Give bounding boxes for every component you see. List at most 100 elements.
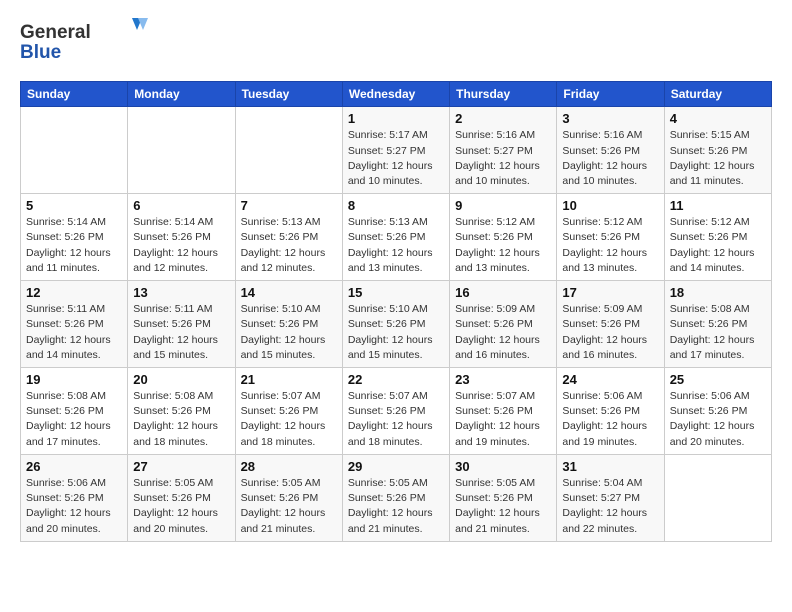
day-cell: 5 Sunrise: 5:14 AM Sunset: 5:26 PM Daylig… (21, 194, 128, 281)
day-number: 19 (26, 372, 122, 387)
day-cell: 13Sunrise: 5:11 AM Sunset: 5:26 PM Dayli… (128, 281, 235, 368)
day-number: 9 (455, 198, 551, 213)
day-cell: 7Sunrise: 5:13 AM Sunset: 5:26 PM Daylig… (235, 194, 342, 281)
day-info: Sunrise: 5:12 AM Sunset: 5:26 PM Dayligh… (455, 215, 551, 276)
day-cell: 26Sunrise: 5:06 AM Sunset: 5:26 PM Dayli… (21, 454, 128, 541)
day-number: 8 (348, 198, 444, 213)
day-number: 17 (562, 285, 658, 300)
day-cell: 19 Sunrise: 5:08 AM Sunset: 5:26 PM Dayli… (21, 368, 128, 455)
header-cell-wednesday: Wednesday (342, 82, 449, 107)
day-info: Sunrise: 5:09 AM Sunset: 5:26 PM Dayligh… (562, 302, 658, 363)
day-info: Sunrise: 5:07 AM Sunset: 5:26 PM Dayligh… (455, 389, 551, 450)
day-cell: 8 Sunrise: 5:13 AM Sunset: 5:26 PM Daylig… (342, 194, 449, 281)
day-cell: 1 Sunrise: 5:17 AM Sunset: 5:27 PM Daylig… (342, 107, 449, 194)
day-number: 30 (455, 459, 551, 474)
day-cell: 3 Sunrise: 5:16 AM Sunset: 5:26 PM Daylig… (557, 107, 664, 194)
day-cell: 18 Sunrise: 5:08 AM Sunset: 5:26 PM Dayli… (664, 281, 771, 368)
day-number: 3 (562, 111, 658, 126)
day-info: Sunrise: 5:10 AM Sunset: 5:26 PM Dayligh… (241, 302, 337, 363)
day-info: Sunrise: 5:06 AM Sunset: 5:26 PM Dayligh… (26, 476, 122, 537)
day-info: Sunrise: 5:09 AM Sunset: 5:26 PM Dayligh… (455, 302, 551, 363)
logo: General Blue (20, 16, 150, 71)
day-info: Sunrise: 5:16 AM Sunset: 5:26 PM Dayligh… (562, 128, 658, 189)
day-info: Sunrise: 5:14 AM Sunset: 5:26 PM Dayligh… (133, 215, 229, 276)
day-number: 2 (455, 111, 551, 126)
day-info: Sunrise: 5:16 AM Sunset: 5:27 PM Dayligh… (455, 128, 551, 189)
day-number: 15 (348, 285, 444, 300)
day-cell: 20 Sunrise: 5:08 AM Sunset: 5:26 PM Dayli… (128, 368, 235, 455)
day-info: Sunrise: 5:11 AM Sunset: 5:26 PM Dayligh… (26, 302, 122, 363)
day-info: Sunrise: 5:06 AM Sunset: 5:26 PM Dayligh… (562, 389, 658, 450)
day-number: 22 (348, 372, 444, 387)
day-cell: 22 Sunrise: 5:07 AM Sunset: 5:26 PM Dayli… (342, 368, 449, 455)
day-cell: 30 Sunrise: 5:05 AM Sunset: 5:26 PM Dayli… (450, 454, 557, 541)
day-info: Sunrise: 5:15 AM Sunset: 5:26 PM Dayligh… (670, 128, 766, 189)
day-number: 16 (455, 285, 551, 300)
day-cell (21, 107, 128, 194)
day-info: Sunrise: 5:08 AM Sunset: 5:26 PM Dayligh… (26, 389, 122, 450)
day-info: Sunrise: 5:17 AM Sunset: 5:27 PM Dayligh… (348, 128, 444, 189)
day-cell: 31Sunrise: 5:04 AM Sunset: 5:27 PM Dayli… (557, 454, 664, 541)
week-row-2: 5 Sunrise: 5:14 AM Sunset: 5:26 PM Daylig… (21, 194, 772, 281)
day-cell: 14 Sunrise: 5:10 AM Sunset: 5:26 PM Dayli… (235, 281, 342, 368)
day-info: Sunrise: 5:07 AM Sunset: 5:26 PM Dayligh… (348, 389, 444, 450)
day-cell: 24 Sunrise: 5:06 AM Sunset: 5:26 PM Dayli… (557, 368, 664, 455)
day-info: Sunrise: 5:12 AM Sunset: 5:26 PM Dayligh… (670, 215, 766, 276)
day-number: 1 (348, 111, 444, 126)
day-info: Sunrise: 5:14 AM Sunset: 5:26 PM Dayligh… (26, 215, 122, 276)
week-row-4: 19 Sunrise: 5:08 AM Sunset: 5:26 PM Dayli… (21, 368, 772, 455)
day-number: 23 (455, 372, 551, 387)
day-number: 11 (670, 198, 766, 213)
header-cell-saturday: Saturday (664, 82, 771, 107)
day-cell: 4 Sunrise: 5:15 AM Sunset: 5:26 PM Daylig… (664, 107, 771, 194)
header-cell-thursday: Thursday (450, 82, 557, 107)
logo-general: General (20, 22, 91, 43)
day-cell: 9 Sunrise: 5:12 AM Sunset: 5:26 PM Daylig… (450, 194, 557, 281)
week-row-3: 12 Sunrise: 5:11 AM Sunset: 5:26 PM Dayli… (21, 281, 772, 368)
day-info: Sunrise: 5:12 AM Sunset: 5:26 PM Dayligh… (562, 215, 658, 276)
day-number: 20 (133, 372, 229, 387)
day-number: 6 (133, 198, 229, 213)
day-number: 31 (562, 459, 658, 474)
day-number: 24 (562, 372, 658, 387)
day-number: 21 (241, 372, 337, 387)
day-cell: 6 Sunrise: 5:14 AM Sunset: 5:26 PM Daylig… (128, 194, 235, 281)
day-cell: 10 Sunrise: 5:12 AM Sunset: 5:26 PM Dayli… (557, 194, 664, 281)
day-info: Sunrise: 5:10 AM Sunset: 5:26 PM Dayligh… (348, 302, 444, 363)
day-number: 14 (241, 285, 337, 300)
header-cell-monday: Monday (128, 82, 235, 107)
day-number: 5 (26, 198, 122, 213)
header-cell-sunday: Sunday (21, 82, 128, 107)
day-number: 25 (670, 372, 766, 387)
day-number: 28 (241, 459, 337, 474)
day-number: 18 (670, 285, 766, 300)
logo-block: General Blue (20, 16, 150, 71)
day-info: Sunrise: 5:05 AM Sunset: 5:26 PM Dayligh… (348, 476, 444, 537)
week-row-1: 1 Sunrise: 5:17 AM Sunset: 5:27 PM Daylig… (21, 107, 772, 194)
day-info: Sunrise: 5:13 AM Sunset: 5:26 PM Dayligh… (348, 215, 444, 276)
calendar-body: 1 Sunrise: 5:17 AM Sunset: 5:27 PM Daylig… (21, 107, 772, 541)
day-number: 4 (670, 111, 766, 126)
day-cell (664, 454, 771, 541)
header-cell-tuesday: Tuesday (235, 82, 342, 107)
day-cell: 29 Sunrise: 5:05 AM Sunset: 5:26 PM Dayli… (342, 454, 449, 541)
day-info: Sunrise: 5:05 AM Sunset: 5:26 PM Dayligh… (455, 476, 551, 537)
day-info: Sunrise: 5:08 AM Sunset: 5:26 PM Dayligh… (670, 302, 766, 363)
day-cell (235, 107, 342, 194)
day-info: Sunrise: 5:05 AM Sunset: 5:26 PM Dayligh… (241, 476, 337, 537)
day-info: Sunrise: 5:08 AM Sunset: 5:26 PM Dayligh… (133, 389, 229, 450)
header: General Blue (20, 16, 772, 71)
calendar-table: SundayMondayTuesdayWednesdayThursdayFrid… (20, 81, 772, 541)
day-cell: 23 Sunrise: 5:07 AM Sunset: 5:26 PM Dayli… (450, 368, 557, 455)
day-cell: 17 Sunrise: 5:09 AM Sunset: 5:26 PM Dayli… (557, 281, 664, 368)
day-info: Sunrise: 5:06 AM Sunset: 5:26 PM Dayligh… (670, 389, 766, 450)
week-row-5: 26Sunrise: 5:06 AM Sunset: 5:26 PM Dayli… (21, 454, 772, 541)
page: General Blue SundayMondayTuesdayWednesda… (0, 0, 792, 612)
day-number: 27 (133, 459, 229, 474)
day-cell: 25 Sunrise: 5:06 AM Sunset: 5:26 PM Dayli… (664, 368, 771, 455)
day-number: 10 (562, 198, 658, 213)
day-number: 29 (348, 459, 444, 474)
header-cell-friday: Friday (557, 82, 664, 107)
day-cell: 12 Sunrise: 5:11 AM Sunset: 5:26 PM Dayli… (21, 281, 128, 368)
day-number: 12 (26, 285, 122, 300)
